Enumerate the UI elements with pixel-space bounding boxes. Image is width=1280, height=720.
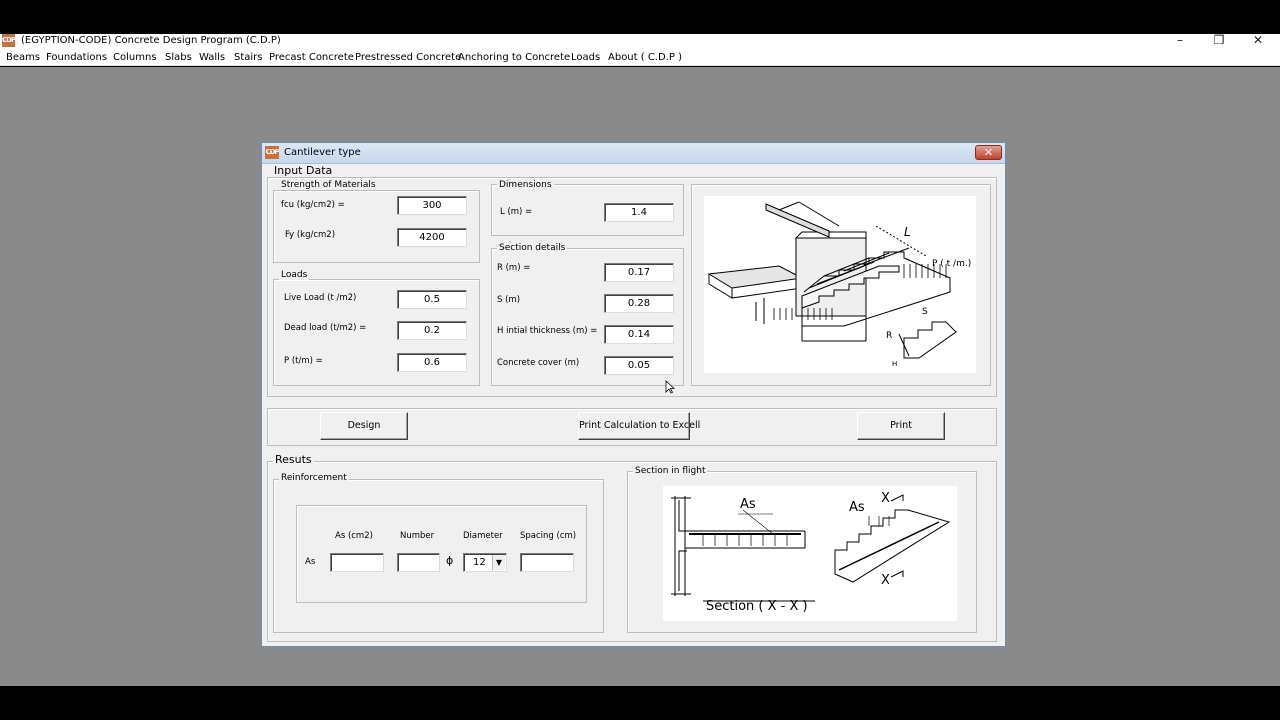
section-details-legend: Section details [497, 243, 568, 253]
h-label: H intial thickness (m) = [497, 326, 598, 336]
r-label: R (m) = [497, 263, 531, 273]
as-output[interactable] [330, 553, 384, 572]
svg-text:H: H [892, 360, 897, 368]
as-row-label: As [305, 557, 316, 567]
menu-slabs[interactable]: Slabs [165, 50, 192, 65]
svg-text:As: As [849, 500, 865, 515]
menu-columns[interactable]: Columns [113, 50, 157, 65]
cover-input[interactable]: 0.05 [604, 356, 674, 375]
col-as-header: As (cm2) [335, 531, 373, 541]
section-drawing: As As X X Section ( X - X ) [671, 491, 951, 614]
dialog-titlebar [262, 143, 1005, 164]
results-legend: Resuts [273, 453, 314, 466]
menu-prestressed-concrete[interactable]: Prestressed Concrete [355, 50, 461, 65]
print-calculation-button[interactable]: Print Calculation to Excell [578, 412, 700, 440]
svg-text:R: R [886, 331, 892, 341]
l-label: L (m) = [500, 207, 533, 217]
mouse-cursor-icon [665, 380, 675, 394]
menu-stairs[interactable]: Stairs [234, 50, 263, 65]
col-number-header: Number [400, 531, 435, 541]
svg-text:S: S [922, 307, 928, 317]
section-in-flight-legend: Section in flight [633, 466, 708, 476]
dialog-app-icon: CDP [265, 146, 280, 159]
menu-precast-concrete[interactable]: Precast Concrete [269, 50, 354, 65]
menu-loads[interactable]: Loads [571, 50, 600, 65]
minimize-button[interactable]: – [1170, 33, 1190, 47]
cantilever-stair-diagram: L P ( t /m.) S R H [704, 196, 976, 373]
close-button[interactable]: ✕ [1248, 33, 1268, 47]
col-spacing-header: Spacing (cm) [520, 531, 577, 541]
s-input[interactable]: 0.28 [604, 294, 674, 313]
h-input[interactable]: 0.14 [604, 325, 674, 344]
p-load-input[interactable]: 0.6 [397, 353, 467, 372]
s-label: S (m) [497, 295, 521, 305]
fcu-label: fcu (kg/cm2) = [281, 200, 345, 210]
menu-bar: Beams Foundations Columns Slabs Walls St… [0, 50, 1280, 66]
loads-legend: Loads [279, 270, 310, 280]
print-button[interactable]: Print [857, 412, 945, 440]
app-icon: CDP [2, 34, 16, 47]
svg-text:X: X [881, 491, 890, 506]
p-load-label: P (t/m) = [284, 356, 323, 366]
menu-beams[interactable]: Beams [6, 50, 40, 65]
fcu-input[interactable]: 300 [397, 196, 467, 215]
window-title: (EGYPTION-CODE) Concrete Design Program … [21, 35, 281, 46]
dialog-title: Cantilever type [284, 147, 361, 158]
dimensions-legend: Dimensions [497, 180, 554, 190]
dead-load-input[interactable]: 0.2 [397, 321, 467, 340]
dead-load-label: Dead load (t/m2) = [284, 323, 367, 333]
fy-label: Fy (kg/cm2) [285, 230, 336, 240]
fy-input[interactable]: 4200 [397, 228, 467, 247]
svg-text:As: As [740, 497, 756, 512]
svg-text:L: L [904, 225, 911, 239]
stair-drawing: L P ( t /m.) S R H [707, 201, 971, 368]
materials-legend: Strength of Materials [279, 180, 378, 190]
reinforcement-legend: Reinforcement [279, 473, 349, 483]
menu-walls[interactable]: Walls [199, 50, 225, 65]
svg-text:X: X [881, 573, 890, 588]
diameter-select[interactable]: 12 ▼ [463, 553, 507, 572]
bottom-bar [0, 686, 1280, 720]
live-load-input[interactable]: 0.5 [397, 290, 467, 309]
phi-symbol: ϕ [446, 554, 454, 567]
restore-button[interactable]: ❐ [1209, 33, 1229, 47]
cantilever-dialog: CDP Cantilever type ✕ Input Data Strengt… [261, 142, 1006, 647]
r-input[interactable]: 0.17 [604, 263, 674, 282]
dialog-close-button[interactable]: ✕ [975, 145, 1002, 160]
l-input[interactable]: 1.4 [604, 203, 674, 222]
live-load-label: Live Load (t /m2) [284, 293, 357, 303]
chevron-down-icon[interactable]: ▼ [492, 555, 505, 570]
menu-anchoring-to-concrete[interactable]: Anchoring to Concrete [458, 50, 570, 65]
input-data-legend: Input Data [272, 164, 335, 177]
svg-text:P ( t /m.): P ( t /m.) [932, 259, 971, 269]
section-diagram: As As X X Section ( X - X ) [663, 486, 957, 621]
menu-foundations[interactable]: Foundations [46, 50, 107, 65]
svg-text:Section ( X - X ): Section ( X - X ) [706, 599, 808, 614]
menu-about[interactable]: About ( C.D.P ) [608, 50, 682, 65]
col-diameter-header: Diameter [463, 531, 503, 541]
design-button[interactable]: Design [320, 412, 408, 440]
cover-label: Concrete cover (m) [497, 358, 580, 368]
diameter-value: 12 [473, 557, 486, 568]
spacing-output[interactable] [520, 553, 574, 572]
number-output[interactable] [397, 553, 440, 572]
